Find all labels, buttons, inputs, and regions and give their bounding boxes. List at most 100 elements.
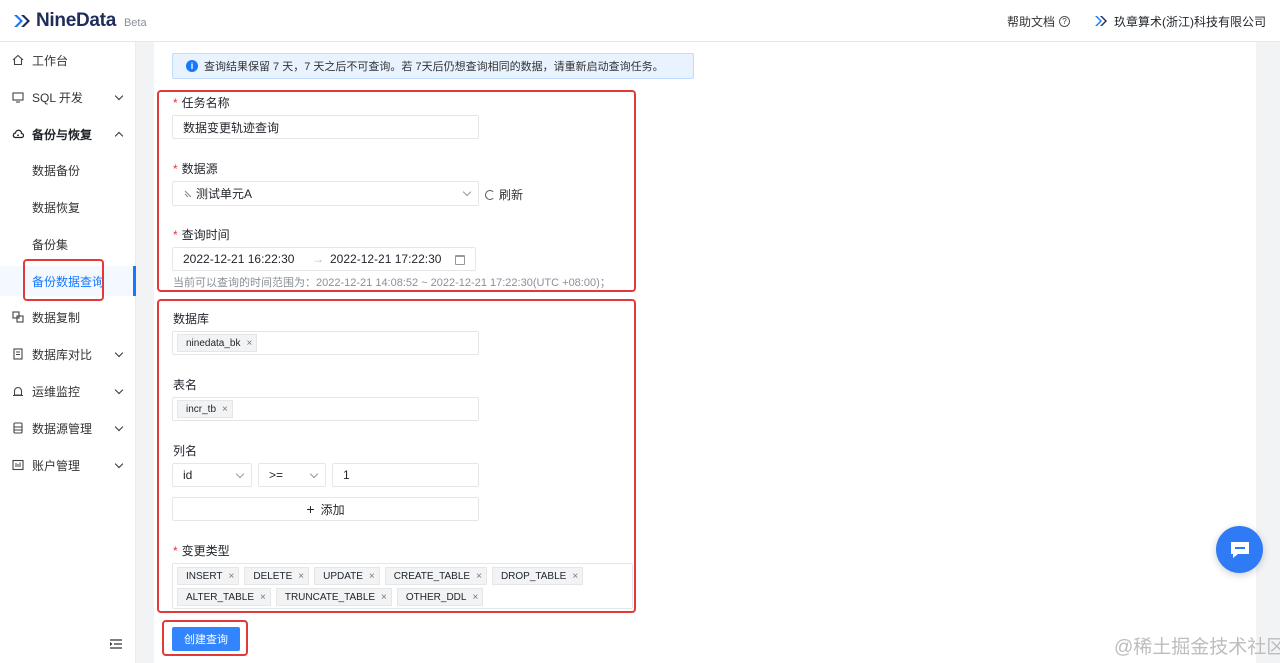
close-icon[interactable]: × xyxy=(476,571,482,582)
close-icon[interactable]: × xyxy=(260,592,266,603)
sidebar-item-label: 备份与恢复 xyxy=(32,127,93,142)
sidebar: 工作台 SQL 开发 备份与恢复 数据备份 数据恢复 备份集 备份数据查询 数据… xyxy=(0,42,136,663)
end-time-value[interactable]: 2022-12-21 17:22:30 xyxy=(330,252,441,266)
beta-badge: Beta xyxy=(123,16,147,29)
refresh-icon xyxy=(485,189,495,200)
create-query-button[interactable]: 创建查询 xyxy=(172,627,240,651)
refresh-button[interactable]: 刷新 xyxy=(485,186,523,203)
table-tag: incr_tb × xyxy=(177,400,233,418)
refresh-label: 刷新 xyxy=(499,188,524,202)
change-type-tag: OTHER_DDL × xyxy=(396,588,484,606)
datasource-label: * 数据源 xyxy=(173,162,218,176)
add-condition-button[interactable]: + 添加 xyxy=(172,497,479,521)
menu-collapse-icon[interactable] xyxy=(110,639,122,649)
close-icon[interactable]: × xyxy=(229,571,235,582)
task-name-input[interactable]: 数据变更轨迹查询 xyxy=(172,115,479,139)
sidebar-item-label: SQL 开发 xyxy=(32,90,83,105)
sidebar-item-ops-monitor[interactable]: 运维监控 xyxy=(0,376,136,406)
account-icon xyxy=(12,459,24,471)
close-icon[interactable]: × xyxy=(369,571,375,582)
alarm-icon xyxy=(12,385,24,397)
sidebar-item-datasource-mgmt[interactable]: 数据源管理 xyxy=(0,413,136,443)
sidebar-item-db-compare[interactable]: 数据库对比 xyxy=(0,339,136,369)
table-label: 表名 xyxy=(173,378,198,392)
close-icon[interactable]: × xyxy=(381,592,387,603)
change-type-tag: DELETE × xyxy=(244,567,310,585)
sidebar-subitem-backup-set[interactable]: 备份集 xyxy=(0,229,136,259)
org-logo-icon xyxy=(1095,16,1107,26)
database-label: 数据库 xyxy=(173,312,210,326)
database-select[interactable]: ninedata_bk × xyxy=(172,331,479,355)
sidebar-item-sql-dev[interactable]: SQL 开发 xyxy=(0,82,136,112)
change-type-tag: CREATE_TABLE × xyxy=(384,567,487,585)
watermark: @稀土掘金技术社区 xyxy=(1114,637,1280,658)
close-icon[interactable]: × xyxy=(247,338,253,349)
chevron-down-icon xyxy=(114,422,124,432)
chat-icon xyxy=(1230,541,1249,558)
column-label: 列名 xyxy=(173,444,198,458)
column-field-select[interactable]: id xyxy=(172,463,252,487)
close-icon[interactable]: × xyxy=(472,592,478,603)
sidebar-subitem-label: 数据备份 xyxy=(32,163,81,178)
retention-notice: i 查询结果保留 7 天，7 天之后不可查询。若 7天后仍想查询相同的数据，请重… xyxy=(172,53,694,79)
start-time-value[interactable]: 2022-12-21 16:22:30 xyxy=(183,252,294,266)
chevron-down-icon xyxy=(235,469,245,479)
sidebar-subitem-data-backup[interactable]: 数据备份 xyxy=(0,155,136,185)
close-icon[interactable]: × xyxy=(298,571,304,582)
sidebar-item-label: 运维监控 xyxy=(32,384,81,399)
column-operator-value: >= xyxy=(269,468,284,482)
org-name: 玖章算术(浙江)科技有限公司 xyxy=(1114,14,1266,29)
cloud-icon xyxy=(12,128,24,140)
sidebar-item-data-replication[interactable]: 数据复制 xyxy=(0,302,136,332)
datasource-select[interactable]: 测试单元A xyxy=(172,181,479,206)
close-icon[interactable]: × xyxy=(572,571,578,582)
chevron-down-icon xyxy=(114,385,124,395)
notice-text: 查询结果保留 7 天，7 天之后不可查询。若 7天后仍想查询相同的数据，请重新启… xyxy=(204,61,664,73)
sidebar-item-label: 数据库对比 xyxy=(32,347,93,362)
sidebar-item-account-mgmt[interactable]: 账户管理 xyxy=(0,450,136,480)
copy-icon xyxy=(12,311,24,323)
sidebar-item-label: 账户管理 xyxy=(32,458,81,473)
column-operator-select[interactable]: >= xyxy=(258,463,326,487)
task-name-label: * 任务名称 xyxy=(173,96,230,110)
change-type-tag: UPDATE × xyxy=(314,567,380,585)
sidebar-item-label: 数据源管理 xyxy=(32,421,93,436)
close-icon[interactable]: × xyxy=(222,404,228,415)
top-header: NineData Beta 帮助文档 ? 玖章算术(浙江)科技有限公司 xyxy=(0,0,1280,42)
calendar-icon xyxy=(455,255,465,265)
chevron-down-icon xyxy=(114,91,124,101)
logo[interactable]: NineData Beta xyxy=(12,10,147,32)
chevron-down-icon xyxy=(309,469,319,479)
change-type-select[interactable]: INSERT × DELETE × UPDATE × CREATE_TABLE × DROP_T… xyxy=(172,563,633,609)
table-select[interactable]: incr_tb × xyxy=(172,397,479,421)
home-icon xyxy=(12,54,24,66)
sidebar-subitem-label: 备份集 xyxy=(32,237,69,252)
chevron-down-icon xyxy=(114,348,124,358)
column-value: 1 xyxy=(343,468,350,482)
change-type-tag: INSERT × xyxy=(177,567,240,585)
sidebar-item-label: 数据复制 xyxy=(32,310,81,325)
query-time-label: * 查询时间 xyxy=(173,228,230,242)
time-range-hint: 当前可以查询的时间范围为：2022-12-21 14:08:52 ~ 2022-… xyxy=(173,277,611,289)
info-icon: i xyxy=(186,60,198,72)
chat-support-button[interactable] xyxy=(1216,526,1263,573)
sidebar-subitem-label: 数据恢复 xyxy=(32,200,81,215)
datasource-icon xyxy=(12,422,24,434)
column-value-input[interactable]: 1 xyxy=(332,463,479,487)
question-icon: ? xyxy=(1059,15,1070,27)
sidebar-subitem-data-restore[interactable]: 数据恢复 xyxy=(0,192,136,222)
change-type-label: * 变更类型 xyxy=(173,544,230,558)
sidebar-item-workbench[interactable]: 工作台 xyxy=(0,45,136,75)
task-name-value: 数据变更轨迹查询 xyxy=(183,120,280,135)
org-switcher[interactable]: 玖章算术(浙江)科技有限公司 xyxy=(1092,13,1266,30)
help-docs-link[interactable]: 帮助文档 ? xyxy=(1007,13,1070,30)
datasource-value: 测试单元A xyxy=(196,187,253,201)
plus-icon: + xyxy=(306,501,315,517)
monitor-icon xyxy=(12,91,24,103)
time-range-picker[interactable]: 2022-12-21 16:22:30 → 2022-12-21 17:22:3… xyxy=(172,247,476,271)
chevron-down-icon xyxy=(114,459,124,469)
chevron-down-icon xyxy=(462,187,472,197)
sidebar-item-backup-restore[interactable]: 备份与恢复 xyxy=(0,119,136,149)
highlight-box xyxy=(23,259,104,301)
add-label: 添加 xyxy=(320,502,345,517)
